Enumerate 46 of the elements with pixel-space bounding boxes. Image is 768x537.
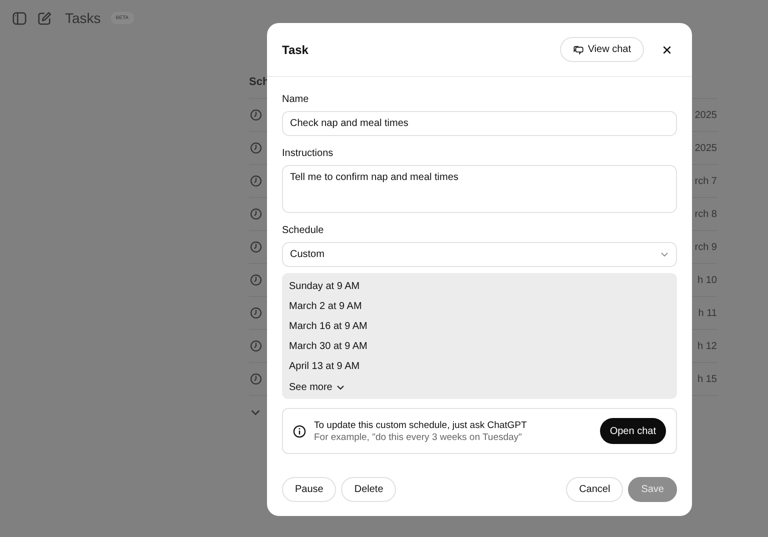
close-icon[interactable] [662, 44, 672, 54]
chat-bubbles-icon [572, 44, 584, 54]
action-button[interactable]: Delete [341, 477, 396, 502]
task-date: rch 7 [694, 176, 717, 186]
chevron-down-icon [660, 250, 669, 259]
dialog-title: Task [282, 42, 310, 56]
task-date: h 15 [698, 374, 717, 384]
task-date: h 10 [698, 274, 717, 286]
info-example: For example, "do this every 3 weeks on Tuesday" [314, 432, 523, 442]
task-date: 2025 [694, 142, 717, 154]
clock-icon [250, 307, 262, 319]
info-text: To update this custom schedule, just ask ChatGPT [314, 420, 528, 430]
action-button[interactable]: Cancel [566, 477, 624, 502]
occurrence-item: April 13 at 9 AM [289, 360, 361, 374]
task-date: 2025 [694, 110, 717, 120]
name-field[interactable]: Check nap and meal times [282, 111, 677, 136]
occurrence-item: Sunday at 9 AM [289, 280, 361, 294]
field-label: Schedule [282, 225, 325, 236]
schedule-dropdown[interactable]: Custom [282, 242, 677, 267]
task-date: h 11 [698, 308, 717, 318]
clock-icon [250, 109, 262, 121]
task-date: h 12 [698, 340, 717, 352]
open-chat-button[interactable]: Open chat [600, 418, 666, 444]
chevron-down-icon[interactable] [250, 407, 261, 418]
sidebar-icon[interactable] [12, 10, 27, 26]
instructions-field[interactable]: Tell me to confirm nap and meal times [282, 165, 677, 213]
clock-icon [250, 175, 262, 187]
clock-icon [250, 373, 262, 385]
occurrence-item: March 30 at 9 AM [289, 340, 368, 354]
chevron-down-icon [336, 382, 346, 392]
edit-icon[interactable] [37, 10, 52, 26]
task-date: rch 8 [694, 208, 717, 220]
clock-icon [250, 274, 262, 286]
occurrence-item: March 16 at 9 AM [289, 320, 368, 334]
action-button[interactable]: Pause [282, 477, 336, 502]
task-date: rch 9 [694, 242, 717, 252]
clock-icon [250, 340, 262, 352]
clock-icon [250, 241, 262, 253]
page-title: Tasks [65, 10, 101, 26]
see-more-button[interactable]: See more [289, 379, 346, 395]
clock-icon [250, 142, 262, 154]
clock-icon [250, 208, 262, 220]
view-chat-button[interactable]: View chat [560, 37, 644, 62]
field-label: Instructions [282, 148, 334, 159]
occurrence-item: March 2 at 9 AM [289, 300, 363, 314]
info-icon [293, 424, 306, 438]
